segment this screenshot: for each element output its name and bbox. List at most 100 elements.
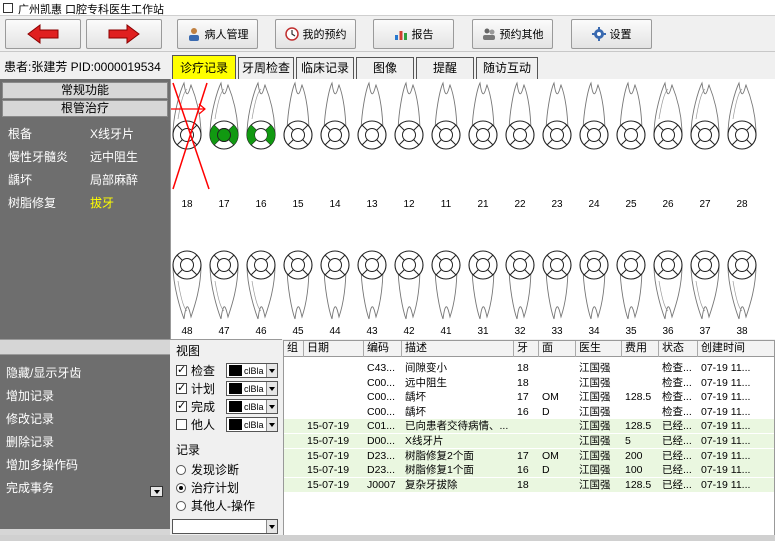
- tooth-25[interactable]: [616, 81, 646, 150]
- proc-chronic-pulpitis[interactable]: 慢性牙髓炎: [8, 148, 68, 165]
- proc-distal-impaction[interactable]: 远中阻生: [90, 148, 138, 165]
- done-color-select[interactable]: clBla: [226, 399, 278, 414]
- patient-management-button[interactable]: 病人管理: [177, 19, 258, 49]
- radio-treatment-plan-row[interactable]: 治疗计划: [176, 479, 239, 496]
- settings-button[interactable]: 设置: [571, 19, 652, 49]
- back-button[interactable]: [5, 19, 81, 49]
- action-toggle-teeth[interactable]: 隐藏/显示牙齿: [6, 364, 81, 381]
- tab-periodontal-exam[interactable]: 牙周检查: [238, 57, 294, 79]
- table-row[interactable]: 15-07-19 C01... 已向患者交待病情、... 江国强 128.5 已经... 0…: [284, 419, 774, 434]
- header-doctor[interactable]: 医生: [576, 341, 622, 357]
- check-exam-row[interactable]: 检查: [176, 362, 215, 378]
- check-plan-row[interactable]: 计划: [176, 380, 215, 396]
- tooth-33[interactable]: [542, 250, 572, 320]
- header-date[interactable]: 日期: [304, 341, 364, 357]
- forward-button[interactable]: [86, 19, 162, 49]
- proc-caries[interactable]: 龋坏: [8, 171, 32, 188]
- radio-diagnosis[interactable]: [176, 464, 186, 475]
- tooth-16[interactable]: [246, 81, 276, 150]
- tooth-35[interactable]: [616, 250, 646, 320]
- exam-color-select[interactable]: clBla: [226, 363, 278, 378]
- tooth-42[interactable]: [394, 250, 424, 320]
- table-row[interactable]: C00... 龋坏 17 OM 江国强 128.5 检查... 07-19 11...: [284, 390, 774, 404]
- records-grid[interactable]: 组日期 编码 描述牙面医生 费用 状态 创建时间 C43... 间隙变小 18 江国强 检查...…: [283, 340, 775, 536]
- action-add-multi-code[interactable]: 增加多操作码: [6, 456, 78, 473]
- others-color-select[interactable]: clBla: [226, 417, 278, 432]
- schedule-others-button[interactable]: 预约其他: [472, 19, 553, 49]
- table-row[interactable]: 15-07-19 D23... 树脂修复1个面 16 D 江国强 100 已经... 07-19…: [284, 463, 774, 478]
- tooth-27[interactable]: [690, 81, 720, 150]
- radio-diagnosis-row[interactable]: 发现诊断: [176, 461, 239, 478]
- header-status[interactable]: 状态: [659, 341, 698, 357]
- chevron-down-icon[interactable]: [266, 520, 277, 533]
- tooth-45[interactable]: [283, 250, 313, 320]
- tooth-43[interactable]: [357, 250, 387, 320]
- report-button[interactable]: 报告: [373, 19, 454, 49]
- tab-clinical-records[interactable]: 临床记录: [296, 57, 354, 79]
- tooth-38[interactable]: [727, 250, 757, 320]
- tooth-47[interactable]: [209, 250, 239, 320]
- header-fee[interactable]: 费用: [622, 341, 659, 357]
- tooth-11[interactable]: [431, 81, 461, 150]
- table-row[interactable]: C43... 间隙变小 18 江国强 检查... 07-19 11...: [284, 361, 774, 375]
- header-desc[interactable]: 描述: [402, 341, 514, 357]
- chevron-down-icon[interactable]: [266, 364, 277, 377]
- tooth-chart-canvas[interactable]: 18 17 16 15 14 13 12 11 21 22 23 24 25 26 27 28 48 47 46 45…: [171, 79, 775, 339]
- tooth-18[interactable]: [171, 81, 210, 190]
- chevron-down-icon[interactable]: [266, 400, 277, 413]
- action-add-record[interactable]: 增加记录: [6, 387, 54, 404]
- tooth-46[interactable]: [246, 250, 276, 320]
- proc-xray[interactable]: X线牙片: [90, 125, 134, 142]
- chevron-down-icon[interactable]: [150, 486, 163, 497]
- check-done-row[interactable]: 完成: [176, 398, 215, 414]
- chevron-down-icon[interactable]: [266, 382, 277, 395]
- header-code[interactable]: 编码: [364, 341, 402, 357]
- tooth-36[interactable]: [653, 250, 683, 320]
- menu-common-functions[interactable]: 常规功能: [2, 82, 168, 99]
- tooth-28[interactable]: [727, 81, 757, 150]
- tooth-15[interactable]: [283, 81, 313, 150]
- check-others-row[interactable]: 他人: [176, 416, 215, 432]
- tooth-24[interactable]: [579, 81, 609, 150]
- action-edit-record[interactable]: 修改记录: [6, 410, 54, 427]
- tooth-13[interactable]: [357, 81, 387, 150]
- tooth-44[interactable]: [320, 250, 350, 320]
- plan-color-select[interactable]: clBla: [226, 381, 278, 396]
- tab-follow-up[interactable]: 随访互动: [476, 57, 538, 79]
- tooth-37[interactable]: [690, 250, 720, 320]
- menu-root-canal[interactable]: 根管治疗: [2, 100, 168, 117]
- tooth-32[interactable]: [505, 250, 535, 320]
- table-row[interactable]: C00... 龋坏 16 D 江国强 检查... 07-19 11...: [284, 405, 774, 419]
- header-created[interactable]: 创建时间: [698, 341, 774, 357]
- proc-local-anesthesia[interactable]: 局部麻醉: [90, 171, 138, 188]
- tooth-17[interactable]: [209, 81, 239, 150]
- my-appointments-button[interactable]: 我的预约: [275, 19, 356, 49]
- tooth-41[interactable]: [431, 250, 461, 320]
- chevron-down-icon[interactable]: [266, 418, 277, 431]
- tab-reminders[interactable]: 提醒: [416, 57, 474, 79]
- tooth-21[interactable]: [468, 81, 498, 150]
- tab-treatment-records[interactable]: 诊疗记录: [172, 55, 236, 79]
- radio-treatment-plan[interactable]: [176, 482, 186, 493]
- radio-others-op-row[interactable]: 其他人-操作: [176, 497, 255, 514]
- action-delete-record[interactable]: 删除记录: [6, 433, 54, 450]
- record-select[interactable]: [172, 519, 278, 534]
- tooth-34[interactable]: [579, 250, 609, 320]
- check-exam-box[interactable]: [176, 363, 187, 376]
- header-tooth[interactable]: 牙: [514, 341, 539, 357]
- table-row[interactable]: C00... 远中阻生 18 江国强 检查... 07-19 11...: [284, 376, 774, 390]
- table-row[interactable]: 15-07-19 J0007 复杂牙拔除 18 江国强 128.5 已经... 07-19 1…: [284, 477, 774, 492]
- proc-resin-restoration[interactable]: 树脂修复: [8, 194, 56, 211]
- tooth-31[interactable]: [468, 250, 498, 320]
- header-group[interactable]: 组: [284, 341, 304, 357]
- check-plan-box[interactable]: [176, 381, 187, 394]
- tooth-26[interactable]: [653, 81, 683, 150]
- table-row[interactable]: 15-07-19 D23... 树脂修复2个面 17 OM 江国强 200 已经... 07-1…: [284, 448, 774, 463]
- action-complete-transaction[interactable]: 完成事务: [6, 479, 54, 496]
- proc-root-prep[interactable]: 根备: [8, 125, 32, 142]
- tooth-12[interactable]: [394, 81, 424, 150]
- header-surface[interactable]: 面: [539, 341, 576, 357]
- tooth-chart[interactable]: 18 17 16 15 14 13 12 11 21 22 23 24 25 26 27 28 48 47 46 45…: [170, 79, 775, 339]
- check-done-box[interactable]: [176, 399, 187, 412]
- tooth-48[interactable]: [172, 250, 202, 320]
